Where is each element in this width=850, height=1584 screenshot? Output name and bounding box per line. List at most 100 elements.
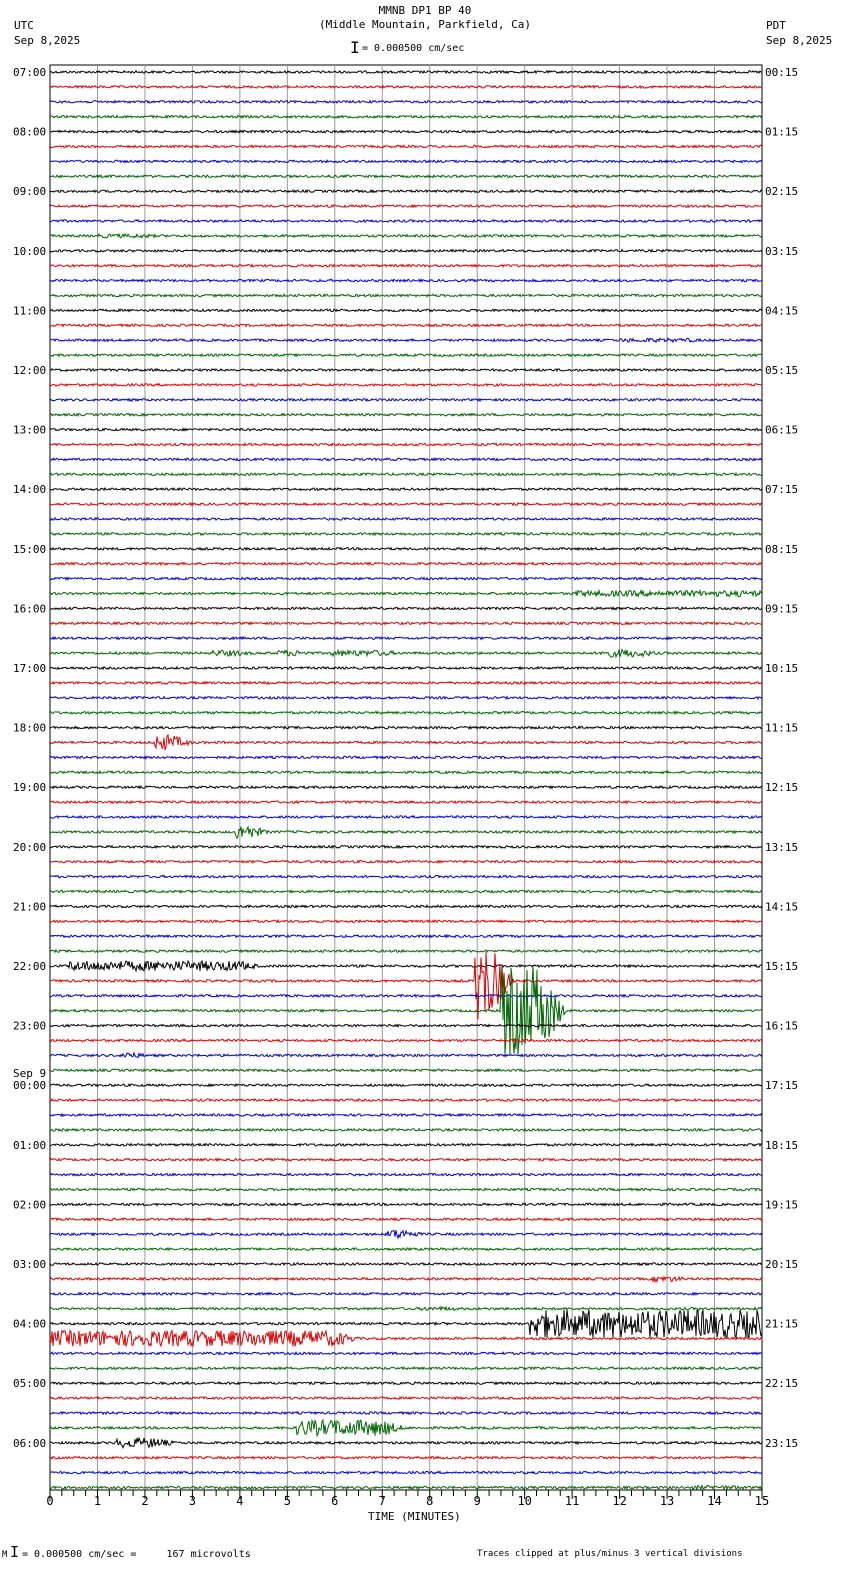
utc-hour-label: 12:00 xyxy=(13,364,46,377)
utc-hour-label: 07:00 xyxy=(13,66,46,79)
utc-hour-label: 15:00 xyxy=(13,543,46,556)
pdt-hour-label: 09:15 xyxy=(765,602,798,615)
pdt-hour-label: 15:15 xyxy=(765,960,798,973)
trace-line xyxy=(49,889,763,894)
trace-line xyxy=(49,695,763,701)
clip-note: Traces clipped at plus/minus 3 vertical … xyxy=(477,1549,743,1559)
pdt-hour-label: 14:15 xyxy=(765,900,798,913)
utc-hour-label: 21:00 xyxy=(13,900,46,913)
utc-hour-label: 06:00 xyxy=(13,1437,46,1450)
pdt-hour-label: 07:15 xyxy=(765,483,798,496)
pdt-hour-label: 10:15 xyxy=(765,662,798,675)
trace-line xyxy=(49,844,763,850)
x-tick-label: 3 xyxy=(189,1494,196,1508)
trace-line xyxy=(49,1309,763,1340)
pdt-hour-label: 02:15 xyxy=(765,185,798,198)
trace-line xyxy=(49,1305,763,1312)
pdt-hour-label: 11:15 xyxy=(765,722,798,735)
trace-line xyxy=(49,588,763,599)
utc-hour-label: 13:00 xyxy=(13,424,46,437)
x-tick-label: 4 xyxy=(236,1494,243,1508)
trace-line xyxy=(49,337,763,344)
utc-hour-label: 08:00 xyxy=(13,126,46,139)
trace-line xyxy=(49,606,763,611)
pdt-hour-label: 21:15 xyxy=(765,1318,798,1331)
pdt-hour-label: 08:15 xyxy=(765,543,798,556)
utc-hour-label: 16:00 xyxy=(13,602,46,615)
trace-line xyxy=(49,173,763,179)
trace-line xyxy=(49,1142,763,1148)
pdt-hour-label: 13:15 xyxy=(765,841,798,854)
trace-line xyxy=(49,1246,763,1252)
trace-line xyxy=(49,1365,763,1371)
trace-line xyxy=(49,635,763,641)
utc-hour-label: 18:00 xyxy=(13,722,46,735)
x-tick-label: 6 xyxy=(331,1494,338,1508)
trace-line xyxy=(49,69,763,75)
trace-line xyxy=(49,1410,762,1416)
trace-line xyxy=(49,1172,763,1177)
trace-line xyxy=(49,959,763,973)
trace-line xyxy=(49,825,763,840)
utc-hour-label: 20:00 xyxy=(13,841,46,854)
trace-line xyxy=(49,531,763,537)
trace-line xyxy=(49,814,763,820)
pdt-hour-label: 01:15 xyxy=(765,126,798,139)
trace-line xyxy=(49,114,763,120)
trace-line xyxy=(49,293,763,298)
trace-line xyxy=(49,799,763,805)
x-tick-label: 12 xyxy=(612,1494,626,1508)
trace-line xyxy=(49,1436,763,1449)
trace-line xyxy=(49,874,763,879)
x-tick-label: 11 xyxy=(565,1494,579,1508)
trace-line xyxy=(49,1291,763,1297)
trace-line xyxy=(49,1261,763,1267)
trace-line xyxy=(49,1275,763,1284)
footer-scale-label: = 0.000500 cm/sec = 167 microvolts xyxy=(22,1549,251,1560)
x-tick-label: 13 xyxy=(660,1494,674,1508)
trace-line xyxy=(49,1127,763,1133)
trace-line xyxy=(49,733,763,751)
pdt-hour-label: 05:15 xyxy=(765,364,798,377)
trace-line xyxy=(49,948,763,954)
trace-line xyxy=(49,1051,763,1059)
pdt-hour-label: 18:15 xyxy=(765,1139,798,1152)
trace-line xyxy=(49,576,763,582)
utc-hour-label: 02:00 xyxy=(13,1198,46,1211)
trace-line xyxy=(49,1082,763,1088)
x-tick-label: 15 xyxy=(755,1494,769,1508)
trace-line xyxy=(49,442,763,447)
trace-line xyxy=(49,308,763,313)
x-tick-label: 7 xyxy=(379,1494,386,1508)
footer-scale-bar-icon: I xyxy=(10,1543,20,1561)
trace-line xyxy=(49,263,763,269)
seismogram-plot: 07:00 00:15 08:00 01:15 09:00 02:15 10:00 03:15… xyxy=(13,64,798,1508)
trace-line xyxy=(49,159,763,164)
utc-hour-label: 17:00 xyxy=(13,662,46,675)
pdt-hour-label: 06:15 xyxy=(765,424,798,437)
trace-line xyxy=(49,278,763,284)
trace-line xyxy=(49,84,763,90)
trace-line xyxy=(49,755,762,760)
utc-hour-label: 22:00 xyxy=(13,960,46,973)
utc-hour-label: 11:00 xyxy=(13,304,46,317)
trace-line xyxy=(49,1483,763,1491)
trace-line xyxy=(49,501,763,507)
trace-line xyxy=(49,1395,763,1401)
pdt-hour-label: 03:15 xyxy=(765,245,798,258)
trace-line xyxy=(49,770,763,775)
x-tick-label: 10 xyxy=(517,1494,531,1508)
trace-line xyxy=(49,561,763,567)
trace-line xyxy=(49,99,763,105)
trace-line xyxy=(49,218,763,224)
trace-line xyxy=(49,546,763,552)
pdt-hour-label: 22:15 xyxy=(765,1377,798,1390)
trace-line xyxy=(49,427,763,432)
footer-mark: M xyxy=(2,1550,8,1560)
x-tick-label: 5 xyxy=(284,1494,291,1508)
trace-line xyxy=(49,129,763,134)
trace-line xyxy=(49,1068,763,1073)
trace-line xyxy=(50,710,763,716)
utc-hour-label: 14:00 xyxy=(13,483,46,496)
x-tick-label: 14 xyxy=(707,1494,721,1508)
